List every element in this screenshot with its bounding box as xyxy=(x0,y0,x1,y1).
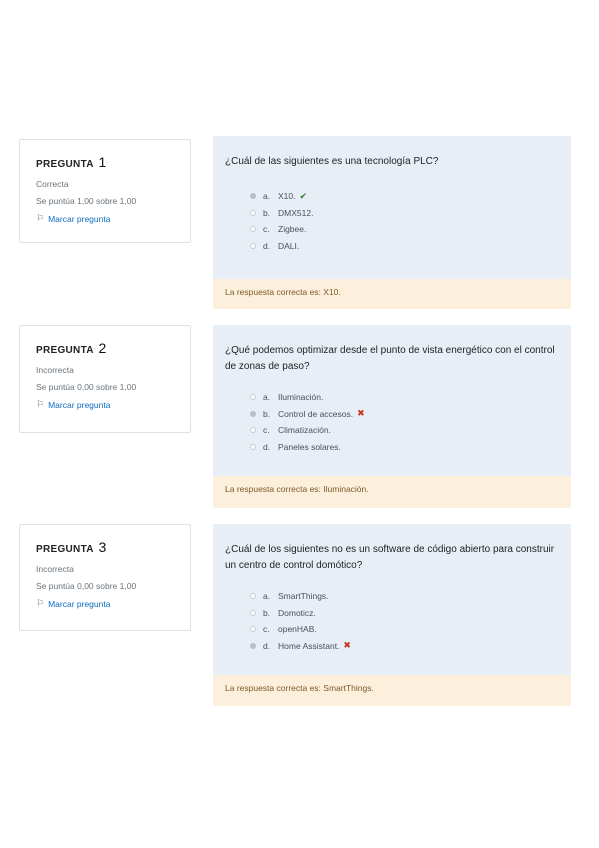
answer-option[interactable]: a. X10. ✔ xyxy=(225,188,559,205)
option-text: Zigbee. xyxy=(278,224,307,235)
option-letter: d. xyxy=(263,640,271,651)
radio[interactable] xyxy=(250,609,256,616)
question-grade: Se puntúa 0,00 sobre 1,00 xyxy=(36,581,137,591)
option-text: X10. xyxy=(278,191,296,202)
answer-list: a. Iluminación. b. Control de accesos. ✖ c.… xyxy=(225,389,559,455)
option-letter: b. xyxy=(263,408,271,419)
answer-list: a. X10. ✔ b. DMX512. c. Zigbee. d. DALI. xyxy=(225,188,559,254)
option-letter: b. xyxy=(263,607,271,618)
question-text: ¿Cuál de los siguientes no es un softwar… xyxy=(225,544,555,571)
flag-icon: ⚐ xyxy=(36,399,45,409)
option-letter: a. xyxy=(263,591,271,602)
question-grade: Se puntúa 0,00 sobre 1,00 xyxy=(36,382,137,392)
flag-question-link[interactable]: ⚐ Marcar pregunta xyxy=(36,399,174,410)
question-formulation: ¿Qué podemos optimizar desde el punto de… xyxy=(213,325,571,476)
answer-option[interactable]: b. Control de accesos. ✖ xyxy=(225,406,559,423)
answer-option[interactable]: d. Home Assistant. ✖ xyxy=(225,638,559,655)
option-text: Paneles solares. xyxy=(278,441,341,452)
question-formulation: ¿Cuál de los siguientes no es un softwar… xyxy=(213,524,571,675)
answer-option[interactable]: a. Iluminación. xyxy=(225,389,559,406)
radio-selected[interactable] xyxy=(250,410,256,417)
question-label: PREGUNTA xyxy=(36,345,94,356)
question-number: 3 xyxy=(98,539,107,555)
question-info: PREGUNTA 3 Incorrecta Se puntúa 0,00 sob… xyxy=(19,524,191,631)
flag-question-label: Marcar pregunta xyxy=(48,399,111,410)
feedback-box: La respuesta correcta es: X10. xyxy=(213,279,571,309)
question-title: PREGUNTA 3 xyxy=(36,539,174,555)
answer-list: a. SmartThings. b. Domoticz. c. openHAB. d.… xyxy=(225,588,559,654)
flag-question-link[interactable]: ⚐ Marcar pregunta xyxy=(36,598,174,609)
radio-selected[interactable] xyxy=(250,193,256,200)
flag-question-label: Marcar pregunta xyxy=(48,598,111,609)
radio[interactable] xyxy=(250,209,256,216)
answer-option[interactable]: b. DMX512. xyxy=(225,205,559,222)
feedback-box: La respuesta correcta es: SmartThings. xyxy=(213,675,571,706)
cross-icon: ✖ xyxy=(343,640,351,651)
option-text: SmartThings. xyxy=(278,591,329,602)
option-letter: c. xyxy=(263,624,270,635)
question-info: PREGUNTA 1 Correcta Se puntúa 1,00 sobre… xyxy=(19,139,191,243)
option-letter: c. xyxy=(263,425,270,436)
question-text: ¿Qué podemos optimizar desde el punto de… xyxy=(225,345,555,372)
option-text: DALI. xyxy=(278,240,300,251)
option-letter: d. xyxy=(263,240,271,251)
flag-icon: ⚐ xyxy=(36,598,45,608)
radio[interactable] xyxy=(250,242,256,249)
radio[interactable] xyxy=(250,394,256,401)
radio[interactable] xyxy=(250,443,256,450)
answer-option[interactable]: d. Paneles solares. xyxy=(225,439,559,456)
question-state: Correcta xyxy=(36,179,69,189)
feedback-box: La respuesta correcta es: Iluminación. xyxy=(213,476,571,508)
radio[interactable] xyxy=(250,626,256,633)
radio[interactable] xyxy=(250,593,256,600)
radio-selected[interactable] xyxy=(250,642,256,649)
option-text: openHAB. xyxy=(278,624,317,635)
answer-option[interactable]: d. DALI. xyxy=(225,238,559,255)
question-label: PREGUNTA xyxy=(36,544,94,555)
flag-icon: ⚐ xyxy=(36,213,45,223)
question-formulation: ¿Cuál de las siguientes es una tecnologí… xyxy=(213,136,571,279)
question-title: PREGUNTA 2 xyxy=(36,340,174,356)
option-text: Home Assistant. xyxy=(278,640,340,651)
question-text: ¿Cuál de las siguientes es una tecnologí… xyxy=(225,156,439,167)
option-text: Climatización. xyxy=(278,425,331,436)
cross-icon: ✖ xyxy=(357,408,365,419)
answer-option[interactable]: a. SmartThings. xyxy=(225,588,559,605)
option-letter: c. xyxy=(263,224,270,235)
option-text: Domoticz. xyxy=(278,607,316,618)
check-icon: ✔ xyxy=(299,190,308,201)
option-text: Control de accesos. xyxy=(278,408,354,419)
radio[interactable] xyxy=(250,427,256,434)
answer-option[interactable]: c. Climatización. xyxy=(225,422,559,439)
question-grade: Se puntúa 1,00 sobre 1,00 xyxy=(36,196,137,206)
option-letter: a. xyxy=(263,392,271,403)
answer-option[interactable]: c. openHAB. xyxy=(225,621,559,638)
question-label: PREGUNTA xyxy=(36,159,94,170)
option-letter: b. xyxy=(263,207,271,218)
option-letter: a. xyxy=(263,191,271,202)
question-info: PREGUNTA 2 Incorrecta Se puntúa 0,00 sob… xyxy=(19,325,191,433)
answer-option[interactable]: c. Zigbee. xyxy=(225,221,559,238)
option-letter: d. xyxy=(263,441,271,452)
question-number: 2 xyxy=(98,340,107,356)
question-title: PREGUNTA 1 xyxy=(36,154,174,170)
question-state: Incorrecta xyxy=(36,564,74,574)
flag-question-link[interactable]: ⚐ Marcar pregunta xyxy=(36,213,174,224)
option-text: DMX512. xyxy=(278,207,314,218)
question-state: Incorrecta xyxy=(36,365,74,375)
radio[interactable] xyxy=(250,226,256,233)
flag-question-label: Marcar pregunta xyxy=(48,213,111,224)
answer-option[interactable]: b. Domoticz. xyxy=(225,605,559,622)
option-text: Iluminación. xyxy=(278,392,324,403)
question-number: 1 xyxy=(98,154,107,170)
